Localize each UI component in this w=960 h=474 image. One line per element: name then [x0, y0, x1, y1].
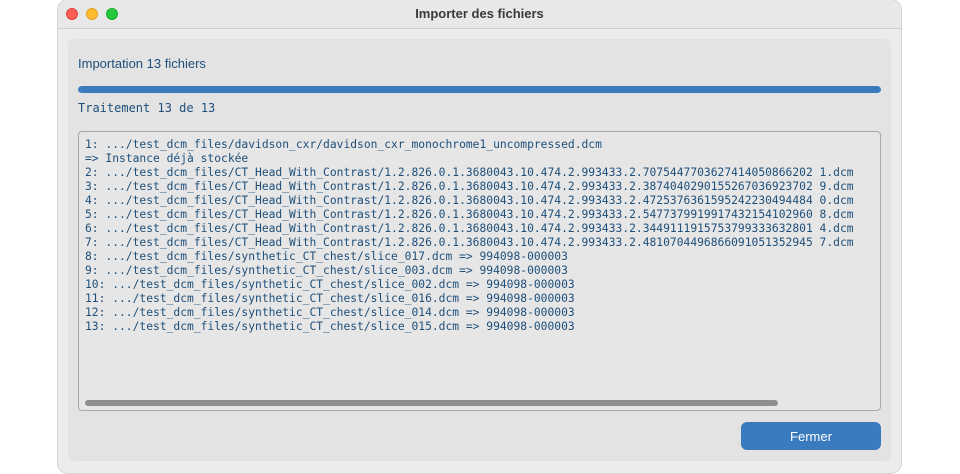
log-lines: 1: .../test_dcm_files/davidson_cxr/david…	[85, 138, 874, 334]
log-line: 11: .../test_dcm_files/synthetic_CT_ches…	[85, 292, 575, 305]
log-line: 6: .../test_dcm_files/CT_Head_With_Contr…	[85, 222, 854, 235]
log-line: 1: .../test_dcm_files/davidson_cxr/david…	[85, 138, 602, 151]
import-header: Importation 13 fichiers	[78, 56, 206, 71]
dialog-content: Importation 13 fichiers Traitement 13 de…	[68, 39, 891, 461]
log-line: 3: .../test_dcm_files/CT_Head_With_Contr…	[85, 180, 854, 193]
log-line: 2: .../test_dcm_files/CT_Head_With_Contr…	[85, 166, 854, 179]
log-line: 8: .../test_dcm_files/synthetic_CT_chest…	[85, 250, 568, 263]
window-title: Importer des fichiers	[415, 6, 544, 21]
progress-status: Traitement 13 de 13	[78, 101, 216, 115]
close-button[interactable]: Fermer	[741, 422, 881, 450]
import-log[interactable]: 1: .../test_dcm_files/davidson_cxr/david…	[78, 131, 881, 411]
progress-bar-fill	[78, 86, 881, 93]
horizontal-scrollbar[interactable]	[85, 400, 778, 406]
log-line: 9: .../test_dcm_files/synthetic_CT_chest…	[85, 264, 568, 277]
log-line: 7: .../test_dcm_files/CT_Head_With_Contr…	[85, 236, 854, 249]
log-line: 4: .../test_dcm_files/CT_Head_With_Contr…	[85, 194, 854, 207]
log-line: => Instance déjà stockée	[85, 152, 249, 165]
log-line: 13: .../test_dcm_files/synthetic_CT_ches…	[85, 320, 575, 333]
title-bar[interactable]: Importer des fichiers	[58, 0, 901, 29]
log-line: 5: .../test_dcm_files/CT_Head_With_Contr…	[85, 208, 854, 221]
progress-bar	[78, 86, 881, 93]
import-dialog: Importer des fichiers Importation 13 fic…	[58, 0, 901, 473]
log-line: 12: .../test_dcm_files/synthetic_CT_ches…	[85, 306, 575, 319]
log-line: 10: .../test_dcm_files/synthetic_CT_ches…	[85, 278, 575, 291]
